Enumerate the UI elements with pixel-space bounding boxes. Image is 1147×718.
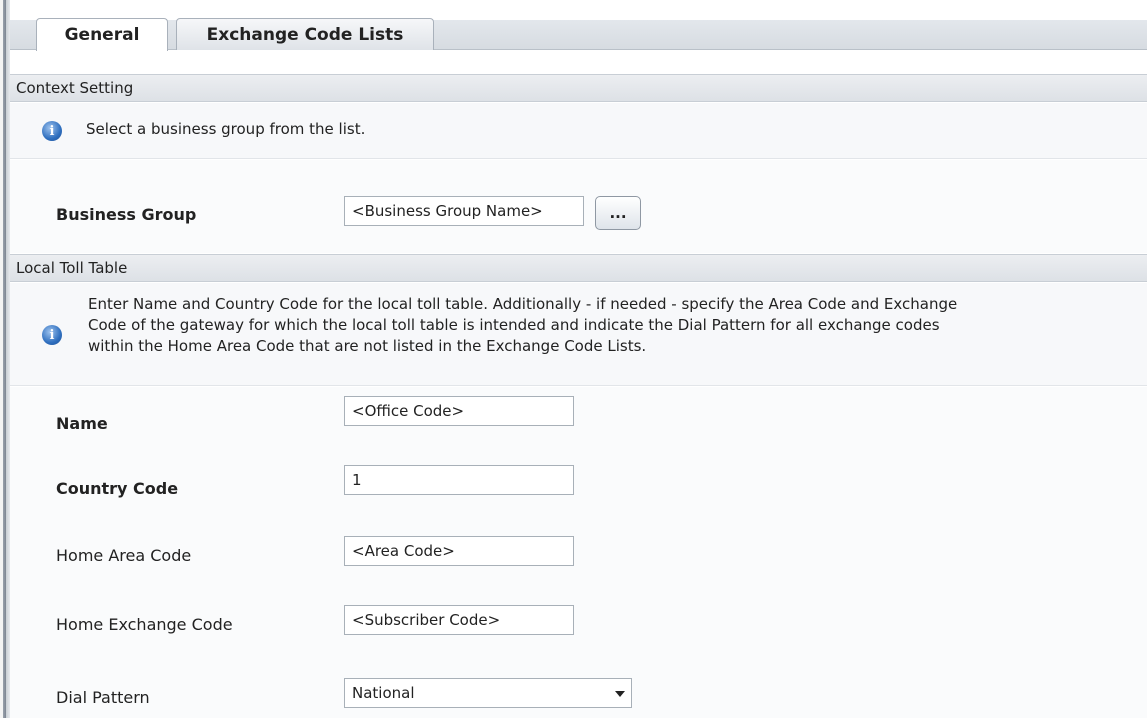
dial-pattern-value: National xyxy=(352,684,415,702)
business-group-field[interactable]: <Business Group Name> xyxy=(344,196,584,226)
country-code-value: 1 xyxy=(352,471,362,489)
local-toll-info-row: i Enter Name and Country Code for the lo… xyxy=(10,283,1147,386)
name-field[interactable]: <Office Code> xyxy=(344,396,574,426)
section-title: Local Toll Table xyxy=(16,259,128,277)
section-title: Context Setting xyxy=(16,79,134,97)
tab-general[interactable]: General xyxy=(36,18,168,51)
section-header-local-toll-table: Local Toll Table xyxy=(10,254,1147,282)
info-line: Code of the gateway for which the local … xyxy=(88,316,940,334)
context-info-text: Select a business group from the list. xyxy=(86,120,366,138)
chevron-down-icon[interactable] xyxy=(615,691,625,697)
window-left-edge xyxy=(0,0,10,718)
home-exchange-code-value: <Subscriber Code> xyxy=(352,611,501,629)
business-group-value: <Business Group Name> xyxy=(352,202,543,220)
info-icon: i xyxy=(42,325,62,345)
tab-strip: General Exchange Code Lists xyxy=(10,0,1147,51)
info-icon: i xyxy=(42,121,62,141)
name-label: Name xyxy=(56,414,108,433)
home-area-code-field[interactable]: <Area Code> xyxy=(344,536,574,566)
info-line: Enter Name and Country Code for the loca… xyxy=(88,295,958,313)
browse-button-label: ... xyxy=(609,204,627,222)
dial-pattern-label: Dial Pattern xyxy=(56,688,150,707)
local-toll-form: Name <Office Code> Country Code 1 Home A… xyxy=(10,387,1147,718)
local-toll-info-text: Enter Name and Country Code for the loca… xyxy=(88,294,957,357)
tab-general-label: General xyxy=(64,25,140,45)
name-value: <Office Code> xyxy=(352,402,465,420)
tab-exchange-code-lists-label: Exchange Code Lists xyxy=(206,24,404,45)
context-info-row: i Select a business group from the list. xyxy=(10,103,1147,159)
info-line: within the Home Area Code that are not l… xyxy=(88,337,647,355)
tab-exchange-code-lists[interactable]: Exchange Code Lists xyxy=(176,18,434,50)
home-area-code-label: Home Area Code xyxy=(56,546,192,565)
country-code-label: Country Code xyxy=(56,479,179,498)
business-group-label: Business Group xyxy=(56,205,197,224)
dial-pattern-select[interactable]: National xyxy=(344,678,632,708)
country-code-field[interactable]: 1 xyxy=(344,465,574,495)
context-form: Business Group <Business Group Name> ... xyxy=(10,160,1147,253)
home-area-code-value: <Area Code> xyxy=(352,542,455,560)
home-exchange-code-label: Home Exchange Code xyxy=(56,615,233,634)
business-group-browse-button[interactable]: ... xyxy=(595,196,641,230)
section-header-context-setting: Context Setting xyxy=(10,74,1147,102)
home-exchange-code-field[interactable]: <Subscriber Code> xyxy=(344,605,574,635)
